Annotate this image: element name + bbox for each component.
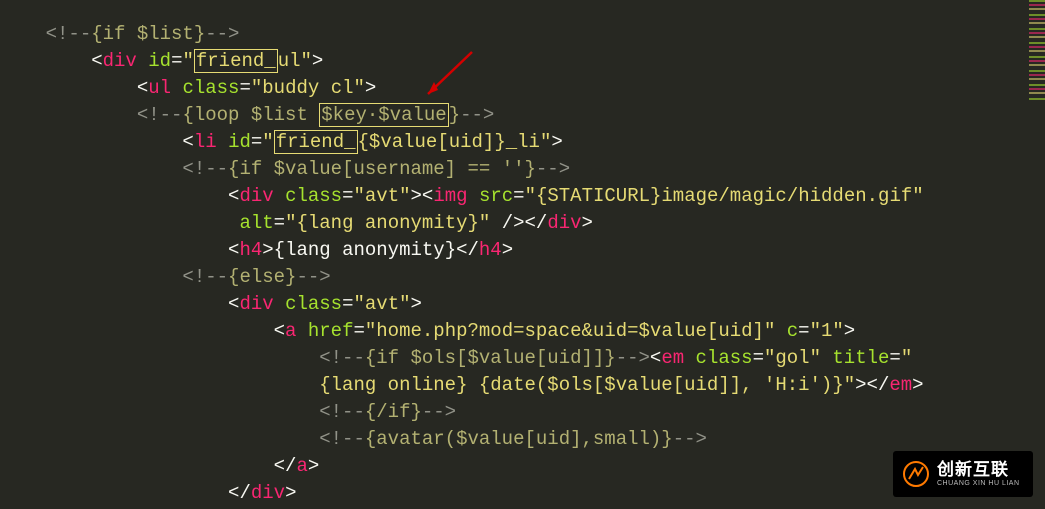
logo-mark-icon xyxy=(903,461,929,487)
logo-brand: 创新互联 xyxy=(937,461,1020,478)
logo-sub: CHUANG XIN HU LIAN xyxy=(937,480,1020,487)
code-editor-viewport[interactable]: <!--{if $list}--> <div id="friend_ul"> <… xyxy=(0,0,1045,509)
minimap[interactable] xyxy=(1029,0,1045,100)
source-code[interactable]: <!--{if $list}--> <div id="friend_ul"> <… xyxy=(0,21,924,509)
watermark-logo: 创新互联 CHUANG XIN HU LIAN xyxy=(893,451,1033,497)
